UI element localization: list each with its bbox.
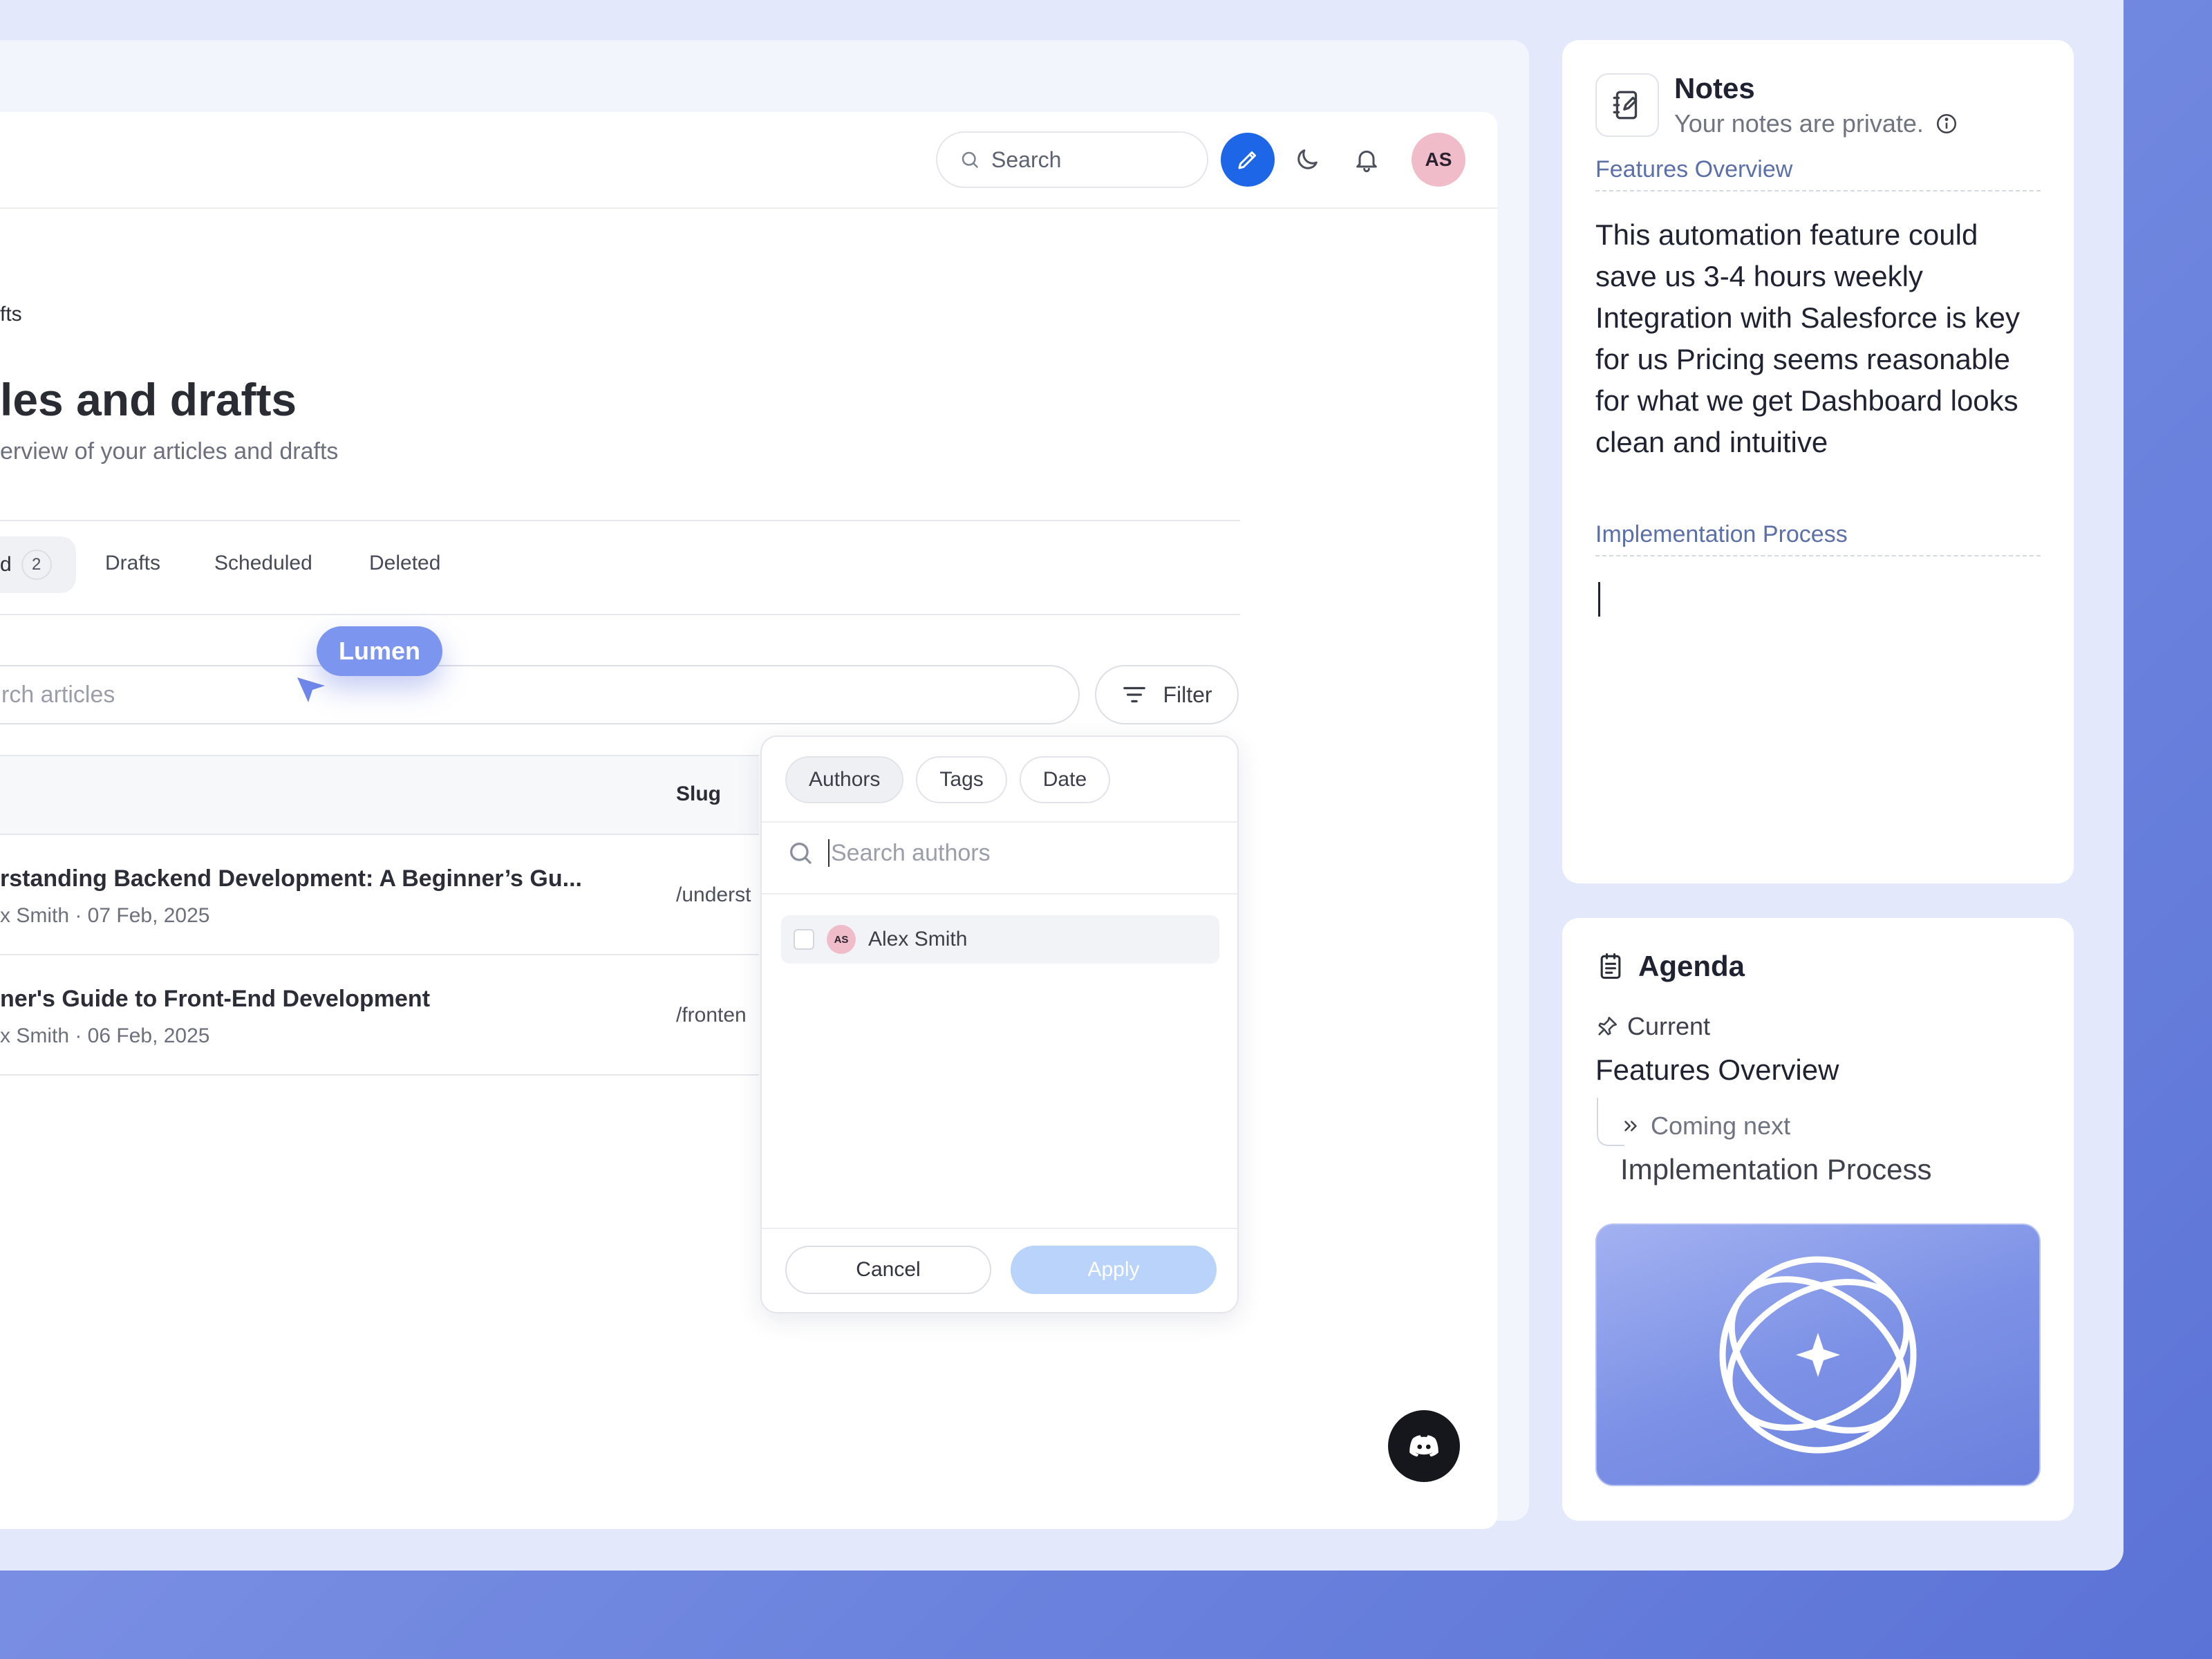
table-row[interactable]: ner's Guide to Front-End Development x S… [0,955,759,1076]
article-meta: x Smith · 06 Feb, 2025 [0,1024,210,1047]
filter-lines-icon [1123,686,1146,703]
article-search-input[interactable]: rch articles [0,665,1080,724]
agenda-next-text: Coming next [1651,1112,1791,1140]
dropdown-divider [762,893,1237,894]
notes-card: Notes Your notes are private. Features O… [1562,40,2074,883]
top-bar: Search AS [0,112,1497,209]
notes-text-caret[interactable] [1598,582,1600,617]
agenda-next-label: Coming next [1620,1112,1790,1141]
agenda-next-topic[interactable]: Implementation Process [1620,1153,1932,1186]
notes-privacy-text: Your notes are private. [1674,109,1924,138]
agenda-current-topic[interactable]: Features Overview [1595,1053,1839,1087]
collaborator-cursor-label: Lumen [317,626,443,676]
notes-title: Notes [1674,72,1755,104]
article-slug: /underst [676,883,751,906]
breadcrumb[interactable]: fts [0,303,22,326]
main-panel: Search AS fts les and drafts erview of y… [0,40,1529,1529]
ai-orbit-sparkle-icon [1719,1256,1917,1454]
article-title[interactable]: ner's Guide to Front-End Development [0,986,430,1013]
count-badge: 2 [21,550,52,580]
pencil-icon [1238,151,1256,169]
info-icon[interactable] [1935,112,1958,135]
moon-icon [1297,149,1318,169]
notes-text[interactable]: This automation feature could save us 3-… [1595,214,2038,463]
theme-toggle-button[interactable] [1280,133,1334,187]
filter-tabs: Authors Tags Date [785,756,1111,803]
bell-icon [1356,150,1377,173]
filter-tab-authors[interactable]: Authors [785,756,904,803]
user-avatar[interactable]: AS [1412,133,1465,187]
filter-button[interactable]: Filter [1095,665,1239,724]
notes-icon [1595,73,1659,137]
cancel-button[interactable]: Cancel [785,1246,991,1294]
text-caret [828,839,830,867]
article-meta: x Smith · 07 Feb, 2025 [0,904,210,927]
agenda-title: Agenda [1638,950,1745,982]
tab-scheduled[interactable]: Scheduled [214,552,312,575]
compose-button[interactable] [1221,133,1275,187]
pin-icon [1598,1016,1618,1035]
agenda-current-text: Current [1627,1012,1711,1040]
app-frame: Search AS fts les and drafts erview of y… [0,0,2124,1571]
filter-tab-date[interactable]: Date [1019,756,1111,803]
notes-section-heading: Implementation Process [1595,521,2041,556]
global-search-input[interactable]: Search [936,131,1208,188]
dropdown-divider [762,821,1237,823]
author-name: Alex Smith [868,928,968,950]
tab-deleted[interactable]: Deleted [369,552,440,575]
page-title: les and drafts [0,374,297,425]
table-row[interactable]: rstanding Backend Development: A Beginne… [0,835,759,955]
filter-dropdown: Authors Tags Date Search authors AS Alex… [760,735,1239,1313]
filter-tab-tags[interactable]: Tags [916,756,1007,803]
clipboard-list-icon [1600,953,1621,980]
articles-app: Search AS fts les and drafts erview of y… [0,112,1497,1529]
ai-assistant-tile[interactable] [1595,1224,2041,1486]
notes-privacy-note: Your notes are private. [1674,109,1958,138]
agenda-header: Agenda [1595,950,1745,983]
search-icon [962,151,979,169]
chevrons-right-icon [1624,1121,1637,1132]
dropdown-divider [762,1228,1237,1229]
article-search-placeholder: rch articles [1,681,115,708]
tab-published[interactable]: d 2 [0,536,76,593]
article-title[interactable]: rstanding Backend Development: A Beginne… [0,865,582,892]
notes-section-heading: Features Overview [1595,156,2041,191]
notifications-button[interactable] [1340,133,1394,187]
author-search-placeholder: Search authors [831,839,991,866]
discord-button[interactable] [1388,1410,1460,1482]
table-header: Slug [0,755,759,835]
search-icon [790,843,812,865]
avatar: AS [827,925,856,954]
apply-button[interactable]: Apply [1011,1246,1217,1294]
author-checkbox[interactable] [794,929,814,950]
agenda-current-label: Current [1595,1012,1710,1041]
author-option[interactable]: AS Alex Smith [781,915,1219,964]
author-search-input[interactable]: Search authors [787,839,991,867]
article-slug: /fronten [676,1004,747,1027]
page-subtitle: erview of your articles and drafts [0,438,339,465]
collaborator-cursor-icon [297,677,325,702]
agenda-card: Agenda Current Features Overview Coming … [1562,918,2074,1521]
tabs-top-divider [0,520,1240,521]
tab-published-label: d [0,553,12,576]
column-header-slug[interactable]: Slug [676,782,721,806]
discord-icon [1409,1435,1438,1457]
tab-drafts[interactable]: Drafts [105,552,160,575]
filter-button-label: Filter [1163,682,1212,707]
global-search-placeholder: Search [991,147,1062,172]
tabs-bottom-divider [0,614,1240,615]
